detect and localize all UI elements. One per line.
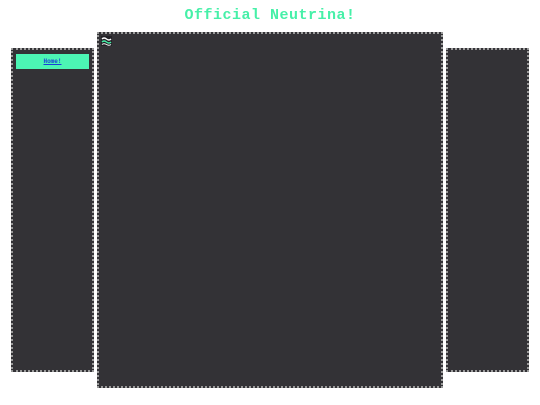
main-content-panel xyxy=(97,32,443,388)
right-sidebar xyxy=(446,48,529,372)
neutrina-logo-icon xyxy=(101,36,112,46)
page: Official Neutrina! Home! xyxy=(0,0,540,405)
left-sidebar: Home! xyxy=(11,48,94,372)
nav-home-link[interactable]: Home! xyxy=(16,54,89,69)
page-title: Official Neutrina! xyxy=(184,7,356,24)
